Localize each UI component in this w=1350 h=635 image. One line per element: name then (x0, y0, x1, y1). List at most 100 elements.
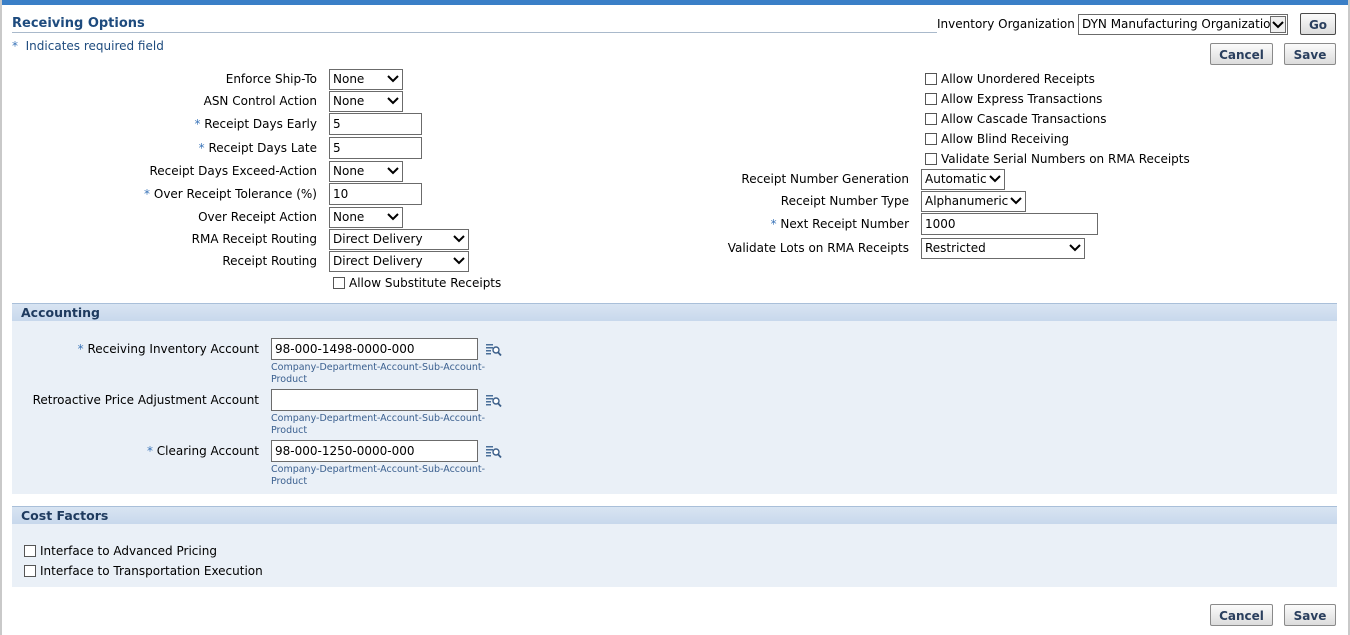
validate-lots-rma-select[interactable]: Restricted (921, 238, 1085, 259)
validate-serial-numbers-rma-label: Validate Serial Numbers on RMA Receipts (941, 152, 1190, 166)
chevron-down-icon (1270, 16, 1286, 33)
chevron-down-icon (387, 73, 399, 85)
asn-control-action-value: None (333, 94, 365, 108)
interface-advanced-pricing-label: Interface to Advanced Pricing (40, 544, 217, 558)
interface-advanced-pricing-row[interactable]: Interface to Advanced Pricing (24, 544, 217, 558)
retroactive-price-adjustment-account-label: Retroactive Price Adjustment Account (32, 393, 259, 407)
allow-express-transactions-row[interactable]: Allow Express Transactions (925, 92, 1102, 106)
chevron-down-icon (453, 255, 465, 267)
allow-express-transactions-label: Allow Express Transactions (941, 92, 1103, 106)
cancel-button-top[interactable]: Cancel (1210, 43, 1273, 65)
clearing-account-input[interactable] (271, 440, 478, 462)
retroactive-price-adjustment-account-input[interactable] (271, 389, 478, 411)
allow-cascade-transactions-row[interactable]: Allow Cascade Transactions (925, 112, 1107, 126)
chevron-down-icon (1010, 195, 1022, 207)
next-receipt-number-label-text: Next Receipt Number (780, 217, 909, 231)
chevron-down-icon (387, 165, 399, 177)
rma-receipt-routing-select[interactable]: Direct Delivery (329, 229, 469, 250)
receipt-days-late-label: * Receipt Days Late (199, 141, 317, 155)
save-button-top[interactable]: Save (1284, 43, 1336, 65)
receipt-number-generation-label: Receipt Number Generation (741, 172, 909, 186)
validate-lots-rma-value: Restricted (925, 241, 986, 255)
receipt-days-late-label-text: Receipt Days Late (208, 141, 317, 155)
inventory-org-label: Inventory Organization (937, 17, 1075, 31)
hint-line: Company-Department-Account-Sub-Account- (271, 464, 486, 475)
enforce-ship-to-value: None (333, 72, 365, 86)
search-list-icon[interactable] (486, 394, 502, 408)
clearing-account-hint: Company-Department-Account-Sub-Account- … (271, 464, 485, 488)
interface-advanced-pricing-checkbox[interactable] (24, 545, 36, 557)
chevron-down-icon (1069, 242, 1081, 254)
allow-express-transactions-checkbox[interactable] (925, 93, 937, 105)
allow-substitute-receipts-label: Allow Substitute Receipts (349, 276, 502, 290)
allow-cascade-transactions-label: Allow Cascade Transactions (941, 112, 1107, 126)
required-note-text: Indicates required field (25, 39, 164, 53)
cost-factors-section-header: Cost Factors (12, 506, 1337, 524)
receiving-inventory-account-input[interactable] (271, 338, 478, 360)
receipt-days-exceed-action-label: Receipt Days Exceed-Action (149, 164, 318, 178)
inventory-org-value: DYN Manufacturing Organization (1082, 17, 1279, 31)
inventory-org-select[interactable]: DYN Manufacturing Organization (1078, 14, 1288, 35)
over-receipt-tolerance-label: * Over Receipt Tolerance (%) (144, 187, 317, 201)
asn-control-action-label: ASN Control Action (203, 94, 317, 108)
asn-control-action-select[interactable]: None (329, 91, 403, 112)
clearing-account-label: * Clearing Account (147, 444, 259, 458)
validate-lots-rma-label: Validate Lots on RMA Receipts (727, 241, 909, 255)
validate-serial-numbers-rma-row[interactable]: Validate Serial Numbers on RMA Receipts (925, 152, 1190, 166)
allow-unordered-receipts-row[interactable]: Allow Unordered Receipts (925, 72, 1095, 86)
cancel-button-bottom[interactable]: Cancel (1210, 604, 1273, 626)
over-receipt-tolerance-input[interactable] (329, 183, 422, 205)
over-receipt-action-select[interactable]: None (329, 207, 403, 228)
receipt-number-type-label: Receipt Number Type (780, 194, 909, 208)
next-receipt-number-label: * Next Receipt Number (771, 217, 909, 231)
allow-cascade-transactions-checkbox[interactable] (925, 113, 937, 125)
search-list-icon[interactable] (486, 445, 502, 459)
receipt-days-early-label: * Receipt Days Early (194, 117, 317, 131)
required-icon: * (770, 217, 777, 231)
interface-transportation-execution-row[interactable]: Interface to Transportation Execution (24, 564, 263, 578)
retroactive-price-adjustment-account-hint: Company-Department-Account-Sub-Account- … (271, 413, 485, 437)
required-icon: * (12, 39, 18, 53)
receipt-days-early-label-text: Receipt Days Early (204, 117, 317, 131)
chevron-down-icon (989, 173, 1001, 185)
over-receipt-tolerance-label-text: Over Receipt Tolerance (%) (153, 187, 317, 201)
allow-substitute-receipts-checkbox[interactable] (333, 277, 345, 289)
rma-receipt-routing-value: Direct Delivery (333, 232, 423, 246)
allow-blind-receiving-row[interactable]: Allow Blind Receiving (925, 132, 1069, 146)
receipt-routing-label: Receipt Routing (222, 254, 317, 268)
validate-serial-numbers-rma-checkbox[interactable] (925, 153, 937, 165)
receipt-days-early-input[interactable] (329, 113, 422, 135)
required-icon: * (77, 342, 84, 356)
receipt-number-generation-value: Automatic (925, 172, 987, 186)
receipt-days-late-input[interactable] (329, 137, 422, 159)
receipt-days-exceed-action-value: None (333, 164, 365, 178)
hint-line: Company-Department-Account-Sub-Account- (271, 362, 486, 373)
required-icon: * (146, 444, 153, 458)
go-button[interactable]: Go (1300, 13, 1336, 35)
receiving-inventory-account-label: * Receiving Inventory Account (78, 342, 259, 356)
next-receipt-number-input[interactable] (921, 213, 1098, 235)
allow-unordered-receipts-checkbox[interactable] (925, 73, 937, 85)
enforce-ship-to-select[interactable]: None (329, 69, 403, 90)
allow-blind-receiving-label: Allow Blind Receiving (941, 132, 1069, 146)
receipt-number-type-select[interactable]: Alphanumeric (921, 191, 1026, 212)
hint-line: Product (271, 425, 308, 436)
hint-line: Company-Department-Account-Sub-Account- (271, 413, 486, 424)
chevron-down-icon (387, 95, 399, 107)
receipt-days-exceed-action-select[interactable]: None (329, 161, 403, 182)
required-icon: * (198, 141, 205, 155)
hint-line: Product (271, 374, 308, 385)
clearing-account-label-text: Clearing Account (156, 444, 259, 458)
receipt-routing-select[interactable]: Direct Delivery (329, 251, 469, 272)
chevron-down-icon (387, 211, 399, 223)
receipt-routing-value: Direct Delivery (333, 254, 423, 268)
allow-substitute-receipts-row[interactable]: Allow Substitute Receipts (333, 276, 501, 290)
save-button-bottom[interactable]: Save (1284, 604, 1336, 626)
enforce-ship-to-label: Enforce Ship-To (225, 72, 317, 86)
hint-line: Product (271, 476, 308, 487)
receipt-number-generation-select[interactable]: Automatic (921, 169, 1005, 190)
search-list-icon[interactable] (486, 343, 502, 357)
rma-receipt-routing-label: RMA Receipt Routing (191, 232, 317, 246)
interface-transportation-execution-checkbox[interactable] (24, 565, 36, 577)
allow-blind-receiving-checkbox[interactable] (925, 133, 937, 145)
